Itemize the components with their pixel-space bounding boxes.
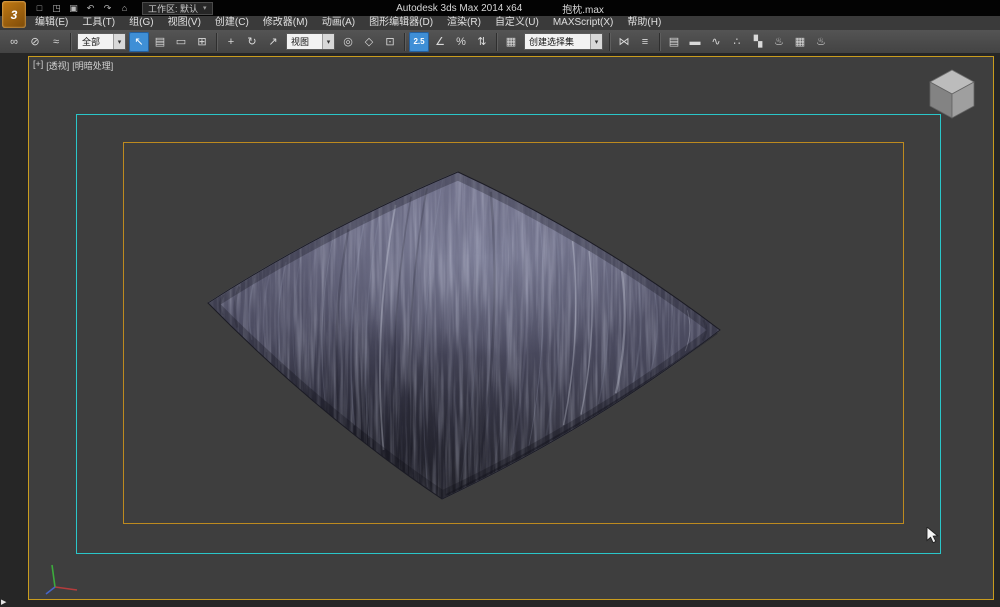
z-axis — [52, 565, 55, 587]
title-bar: 3 □◳▣↶↷⌂ 工作区: 默认 ▾ Autodesk 3ds Max 2014… — [0, 0, 1000, 16]
select-and-manipulate-button[interactable]: ◇ — [359, 32, 379, 52]
3ds-max-logo-icon: 3 — [11, 8, 18, 22]
new-scene-button[interactable]: □ — [32, 2, 47, 15]
menu-edit[interactable]: 编辑(E) — [28, 16, 75, 30]
viewport-area: [+] [透视] [明暗处理] ▶ — [0, 54, 1000, 607]
menu-tools[interactable]: 工具(T) — [75, 16, 122, 30]
select-and-rotate-button[interactable]: ↻ — [242, 32, 262, 52]
angle-snap-button[interactable]: ∠ — [430, 32, 450, 52]
viewcube[interactable] — [923, 65, 981, 123]
undo-button[interactable]: ↶ — [83, 2, 98, 15]
mirror-button[interactable]: ⋈ — [614, 32, 634, 52]
toolbar-separator — [496, 33, 497, 51]
project-folder-button[interactable]: ⌂ — [117, 2, 132, 15]
application-button[interactable]: 3 — [2, 1, 26, 28]
select-by-name-button[interactable]: ▤ — [150, 32, 170, 52]
menu-animation[interactable]: 动画(A) — [315, 16, 362, 30]
viewport-canvas[interactable] — [29, 57, 993, 599]
curve-editor-button[interactable]: ∿ — [706, 32, 726, 52]
use-pivot-point-center-button[interactable]: ◎ — [338, 32, 358, 52]
toolbar-separator — [70, 33, 71, 51]
y-axis — [46, 587, 55, 594]
rectangular-selection-region-button[interactable]: ▭ — [171, 32, 191, 52]
percent-snap-button[interactable]: % — [451, 32, 471, 52]
expand-arrow-icon[interactable]: ▶ — [1, 598, 6, 606]
pillow-model[interactable] — [144, 142, 759, 567]
x-axis — [55, 587, 77, 590]
menu-bar: 编辑(E)工具(T)组(G)视图(V)创建(C)修改器(M)动画(A)图形编辑器… — [0, 16, 1000, 30]
menu-maxscript[interactable]: MAXScript(X) — [546, 16, 621, 30]
toolbar-separator — [404, 33, 405, 51]
edit-named-selection-sets-button[interactable]: ▦ — [501, 32, 521, 52]
workspace-dropdown[interactable]: 工作区: 默认 ▾ — [142, 2, 213, 15]
toolbar-separator — [609, 33, 610, 51]
product-title: Autodesk 3ds Max 2014 x64 — [396, 3, 522, 14]
main-toolbar: ∞⊘≈全部▾↖▤▭⊞+↻↗视图▾◎◇⊡2.5∠%⇅▦创建选择集▾⋈≡▤▬∿∴▚♨… — [0, 30, 1000, 54]
open-file-button[interactable]: ◳ — [49, 2, 64, 15]
graphite-modeling-tools-button[interactable]: ▬ — [685, 32, 705, 52]
chevron-down-icon: ▾ — [203, 4, 207, 12]
bind-to-space-warp-button[interactable]: ≈ — [46, 32, 66, 52]
unlink-selection-button[interactable]: ⊘ — [25, 32, 45, 52]
select-and-move-button[interactable]: + — [221, 32, 241, 52]
menu-create[interactable]: 创建(C) — [208, 16, 256, 30]
viewport-shading-menu[interactable]: [明暗处理] — [72, 59, 113, 72]
toolbar-separator — [659, 33, 660, 51]
viewport-pov-menu[interactable]: [透视] — [46, 59, 69, 72]
workspace-label: 工作区: 默认 — [148, 2, 198, 15]
window-crossing-button[interactable]: ⊞ — [192, 32, 212, 52]
viewport-label: [+] [透视] [明暗处理] — [33, 59, 113, 72]
redo-button[interactable]: ↷ — [100, 2, 115, 15]
chevron-down-icon: ▾ — [113, 34, 125, 49]
file-title: 抱枕.max — [562, 1, 604, 16]
menu-group[interactable]: 组(G) — [122, 16, 160, 30]
menu-customize[interactable]: 自定义(U) — [488, 16, 546, 30]
quick-access-toolbar: □◳▣↶↷⌂ — [32, 2, 132, 15]
spinner-snap-button[interactable]: ⇅ — [472, 32, 492, 52]
manage-layers-button[interactable]: ▤ — [664, 32, 684, 52]
select-and-scale-button[interactable]: ↗ — [263, 32, 283, 52]
save-file-button[interactable]: ▣ — [66, 2, 81, 15]
align-button[interactable]: ≡ — [635, 32, 655, 52]
viewport-general-menu[interactable]: [+] — [33, 59, 43, 72]
toolbar-separator — [216, 33, 217, 51]
render-production-button[interactable]: ♨ — [811, 32, 831, 52]
keyboard-shortcut-override-button[interactable]: ⊡ — [380, 32, 400, 52]
menu-modifiers[interactable]: 修改器(M) — [256, 16, 315, 30]
world-axis-gizmo — [39, 555, 83, 595]
named-selection-sets-dropdown[interactable]: 创建选择集▾ — [524, 33, 603, 50]
snaps-toggle-button[interactable]: 2.5 — [409, 32, 429, 52]
reference-coordinate-system-dropdown[interactable]: 视图▾ — [286, 33, 335, 50]
menu-graph-editors[interactable]: 图形编辑器(D) — [362, 16, 440, 30]
select-and-link-button[interactable]: ∞ — [4, 32, 24, 52]
material-editor-button[interactable]: ▚ — [748, 32, 768, 52]
chevron-down-icon: ▾ — [322, 34, 334, 49]
chevron-down-icon: ▾ — [590, 34, 602, 49]
menu-help[interactable]: 帮助(H) — [620, 16, 668, 30]
menu-rendering[interactable]: 渲染(R) — [440, 16, 488, 30]
menu-views[interactable]: 视图(V) — [161, 16, 208, 30]
perspective-viewport[interactable]: [+] [透视] [明暗处理] — [28, 56, 994, 600]
render-setup-button[interactable]: ♨ — [769, 32, 789, 52]
selection-filter-dropdown[interactable]: 全部▾ — [77, 33, 126, 50]
mouse-cursor — [926, 527, 941, 544]
rendered-frame-window-button[interactable]: ▦ — [790, 32, 810, 52]
select-object-button[interactable]: ↖ — [129, 32, 149, 52]
schematic-view-button[interactable]: ∴ — [727, 32, 747, 52]
